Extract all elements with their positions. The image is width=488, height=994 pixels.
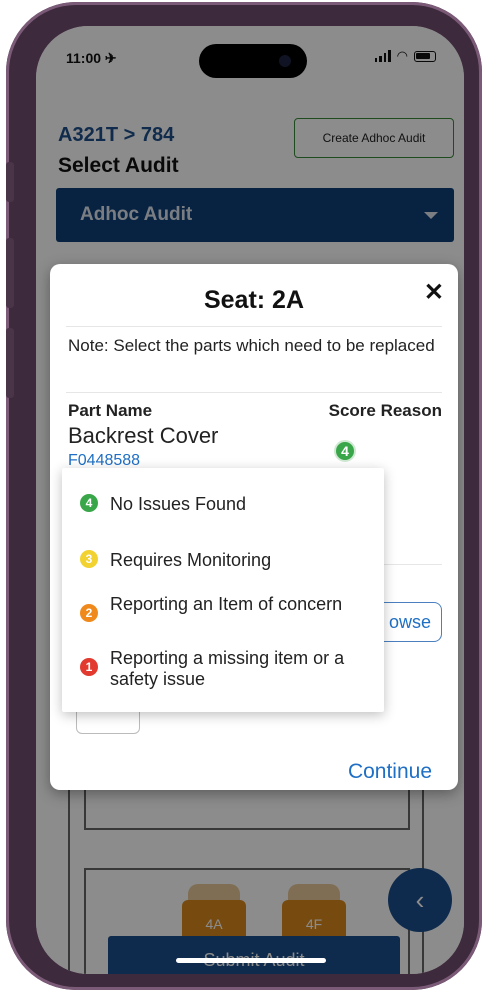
divider (66, 392, 442, 393)
divider (66, 326, 442, 327)
action-button (6, 162, 14, 202)
score-2-icon: 2 (80, 604, 98, 622)
score-option-4[interactable]: 4 No Issues Found (80, 494, 370, 515)
home-indicator (176, 958, 326, 963)
volume-up-button (6, 238, 14, 308)
column-header-score-reason: Score Reason (328, 401, 442, 420)
close-icon[interactable]: ✕ (424, 278, 444, 307)
score-selector[interactable]: 4 (334, 440, 356, 462)
score-4-icon: 4 (80, 494, 98, 512)
score-badge-icon: 4 (334, 440, 356, 462)
score-option-3[interactable]: 3 Requires Monitoring (80, 550, 370, 571)
continue-button[interactable]: Continue (348, 760, 432, 784)
score-option-label: No Issues Found (110, 494, 247, 514)
modal-title: Seat: 2A (203, 286, 305, 314)
score-option-label: Reporting an Item of concern (110, 594, 343, 614)
score-option-label: Requires Monitoring (110, 550, 272, 570)
score-3-icon: 3 (80, 550, 98, 568)
score-reason-menu: 4 No Issues Found 3 Requires Monitoring … (62, 468, 384, 712)
score-option-2[interactable]: 2 Reporting an Item of concern (80, 594, 370, 622)
score-option-1[interactable]: 1 Reporting a missing item or a safety i… (80, 648, 370, 690)
phone-frame: 11:00 ✈︎ ◠ A321T > 784 Select Audit Crea… (6, 2, 482, 990)
score-option-label: Reporting a missing item or a safety iss… (110, 648, 345, 689)
score-1-icon: 1 (80, 658, 98, 676)
part-name: Backrest Cover (68, 423, 219, 448)
modal-note: Note: Select the parts which need to be … (68, 336, 435, 355)
screen: 11:00 ✈︎ ◠ A321T > 784 Select Audit Crea… (36, 26, 464, 974)
volume-down-button (6, 328, 14, 398)
column-header-part-name: Part Name (68, 401, 153, 420)
